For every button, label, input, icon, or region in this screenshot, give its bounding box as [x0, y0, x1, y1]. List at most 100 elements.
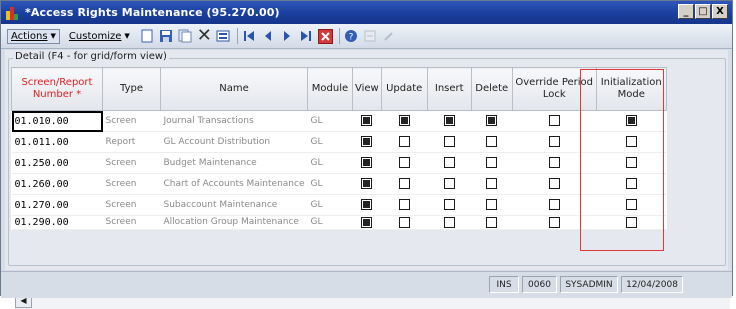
delete-checkbox[interactable]	[486, 199, 498, 211]
view-checkbox[interactable]	[361, 178, 373, 190]
attachment-icon[interactable]	[381, 28, 398, 45]
column-header-module[interactable]: Module	[306, 67, 353, 111]
next-icon[interactable]	[279, 28, 296, 45]
column-header-update[interactable]: Update	[380, 67, 428, 111]
cell-module[interactable]: GL	[307, 131, 353, 153]
update-checkbox[interactable]	[398, 115, 410, 127]
delete-checkbox[interactable]	[486, 157, 498, 169]
column-header-initialization-mode[interactable]: Initialization Mode	[595, 67, 667, 111]
cell-name[interactable]: Subaccount Maintenance	[160, 194, 308, 216]
update-checkbox[interactable]	[398, 157, 410, 169]
init-checkbox[interactable]	[625, 157, 637, 169]
cell-name[interactable]: GL Account Distribution	[160, 131, 308, 153]
column-header-delete[interactable]: Delete	[470, 67, 513, 111]
close-window-button[interactable]: X	[712, 4, 728, 19]
delete-icon[interactable]: ✕	[196, 27, 213, 45]
delete-checkbox[interactable]	[486, 217, 498, 228]
override-checkbox[interactable]	[548, 157, 560, 169]
copy-icon[interactable]	[177, 28, 194, 45]
view-checkbox[interactable]	[361, 157, 373, 169]
cell-module[interactable]: GL	[307, 152, 353, 174]
init-checkbox[interactable]	[625, 115, 637, 127]
column-header-number[interactable]: Screen/Report Number *	[11, 67, 103, 111]
note-icon[interactable]	[362, 28, 379, 45]
view-checkbox[interactable]	[361, 217, 373, 228]
insert-checkbox[interactable]	[443, 178, 455, 190]
override-checkbox[interactable]	[548, 217, 560, 228]
cell-module[interactable]: GL	[307, 215, 353, 230]
last-icon[interactable]	[298, 28, 315, 45]
column-header-name[interactable]: Name	[160, 67, 308, 111]
init-checkbox[interactable]	[625, 178, 637, 190]
title-bar[interactable]: *Access Rights Maintenance (95.270.00) _…	[1, 1, 732, 24]
insert-checkbox[interactable]	[443, 136, 455, 148]
cell-number[interactable]: 01.270.00	[11, 194, 103, 216]
table-row[interactable]: 01.250.00 Screen Budget Maintenance GL	[11, 152, 667, 174]
delete-checkbox[interactable]	[486, 178, 498, 190]
help-icon[interactable]: ?	[343, 28, 360, 45]
table-row[interactable]: 01.260.00 Screen Chart of Accounts Mainten…	[11, 173, 667, 195]
close-icon[interactable]	[317, 28, 334, 45]
insert-checkbox[interactable]	[443, 199, 455, 211]
view-checkbox[interactable]	[361, 199, 373, 211]
update-checkbox[interactable]	[398, 136, 410, 148]
override-checkbox[interactable]	[548, 115, 560, 127]
cell-number[interactable]: 01.260.00	[11, 173, 103, 195]
init-checkbox[interactable]	[625, 136, 637, 148]
chevron-down-icon: ▼	[50, 32, 56, 40]
override-checkbox[interactable]	[548, 199, 560, 211]
actions-menu[interactable]: Actions ▼	[7, 28, 60, 44]
init-checkbox[interactable]	[625, 217, 637, 228]
update-checkbox[interactable]	[398, 178, 410, 190]
cell-number[interactable]: 01.290.00	[11, 215, 103, 230]
cell-name[interactable]: Budget Maintenance	[160, 152, 308, 174]
cell-module[interactable]: GL	[307, 173, 353, 195]
cell-module[interactable]: GL	[307, 194, 353, 216]
maximize-button[interactable]: □	[695, 4, 711, 19]
cell-type[interactable]: Screen	[102, 194, 161, 216]
previous-icon[interactable]	[260, 28, 277, 45]
update-checkbox[interactable]	[398, 199, 410, 211]
column-header-insert[interactable]: Insert	[426, 67, 472, 111]
insert-checkbox[interactable]	[443, 115, 455, 127]
view-checkbox[interactable]	[361, 136, 373, 148]
insert-checkbox[interactable]	[443, 157, 455, 169]
customize-menu[interactable]: Customize ▼	[66, 30, 133, 43]
override-checkbox[interactable]	[548, 136, 560, 148]
table-row[interactable]: 01.290.00 Screen Allocation Group Maintena…	[11, 215, 667, 230]
cell-delete	[471, 110, 513, 132]
cell-type[interactable]: Screen	[102, 152, 161, 174]
toolbar-separator	[236, 28, 238, 44]
cell-name[interactable]: Allocation Group Maintenance	[160, 215, 308, 230]
override-checkbox[interactable]	[548, 178, 560, 190]
cell-type[interactable]: Screen	[102, 215, 161, 230]
cell-update	[381, 215, 428, 230]
cell-name[interactable]: Chart of Accounts Maintenance	[160, 173, 308, 195]
insert-checkbox[interactable]	[443, 217, 455, 228]
cell-module[interactable]: GL	[307, 110, 353, 132]
table-row[interactable]: 01.011.00 Report GL Account Distribution GL	[11, 131, 667, 153]
column-header-type[interactable]: Type	[102, 67, 161, 111]
cell-type[interactable]: Screen	[102, 110, 161, 132]
cell-type[interactable]: Report	[102, 131, 161, 153]
table-row[interactable]: 01.270.00 Screen Subaccount Maintenance GL	[11, 194, 667, 216]
cell-type[interactable]: Screen	[102, 173, 161, 195]
new-icon[interactable]	[139, 28, 156, 45]
window-title: *Access Rights Maintenance (95.270.00)	[25, 6, 280, 19]
init-checkbox[interactable]	[625, 199, 637, 211]
delete-checkbox[interactable]	[486, 136, 498, 148]
save-icon[interactable]	[158, 28, 175, 45]
first-icon[interactable]	[241, 28, 258, 45]
view-checkbox[interactable]	[361, 115, 373, 127]
delete-checkbox[interactable]	[486, 115, 498, 127]
cell-name[interactable]: Journal Transactions	[160, 110, 308, 132]
update-checkbox[interactable]	[398, 217, 410, 228]
cell-number[interactable]: 01.010.00	[11, 110, 103, 132]
table-row[interactable]: 01.010.00 Screen Journal Transactions GL	[11, 110, 667, 132]
minimize-button[interactable]: _	[678, 4, 694, 19]
column-header-override-period-lock[interactable]: Override Period Lock	[511, 67, 597, 111]
cell-number[interactable]: 01.250.00	[11, 152, 103, 174]
column-header-view[interactable]: View	[351, 67, 382, 111]
cancel-icon[interactable]	[215, 28, 232, 45]
cell-number[interactable]: 01.011.00	[11, 131, 103, 153]
